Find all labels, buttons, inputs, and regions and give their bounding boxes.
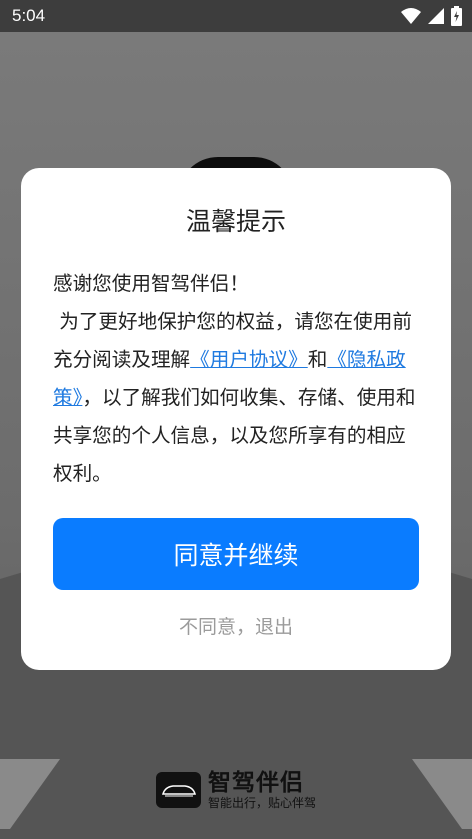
user-agreement-link[interactable]: 《用户协议》 xyxy=(190,348,308,371)
cell-signal-icon xyxy=(427,7,445,29)
conjunction-text: 和 xyxy=(307,348,328,371)
greeting-text: 感谢您使用智驾伴侣！ xyxy=(53,272,249,295)
brand-name: 智驾伴侣 xyxy=(208,770,304,796)
disagree-exit-button[interactable]: 不同意，退出 xyxy=(21,612,451,639)
wifi-icon xyxy=(401,7,421,29)
dialog-body: 感谢您使用智驾伴侣！ 为了更好地保护您的权益，请您在使用前充分阅读及理解《用户协… xyxy=(53,265,421,493)
car-logo-icon xyxy=(156,772,201,808)
agree-continue-button[interactable]: 同意并继续 xyxy=(53,518,419,590)
privacy-dialog: 温馨提示 感谢您使用智驾伴侣！ 为了更好地保护您的权益，请您在使用前充分阅读及理… xyxy=(21,168,451,670)
status-icons xyxy=(401,6,462,30)
brand-footer: 智驾伴侣 智能出行，贴心伴驾 xyxy=(156,770,316,810)
brand-slogan: 智能出行，贴心伴驾 xyxy=(208,796,317,810)
dialog-title: 温馨提示 xyxy=(185,207,286,236)
status-bar: 5:04 xyxy=(0,0,472,32)
closing-text: ，以了解我们如何收集、存储、使用和共享您的个人信息，以及您所享有的相应权利。 xyxy=(53,386,416,485)
battery-icon xyxy=(451,6,462,30)
status-time: 5:04 xyxy=(12,6,46,25)
